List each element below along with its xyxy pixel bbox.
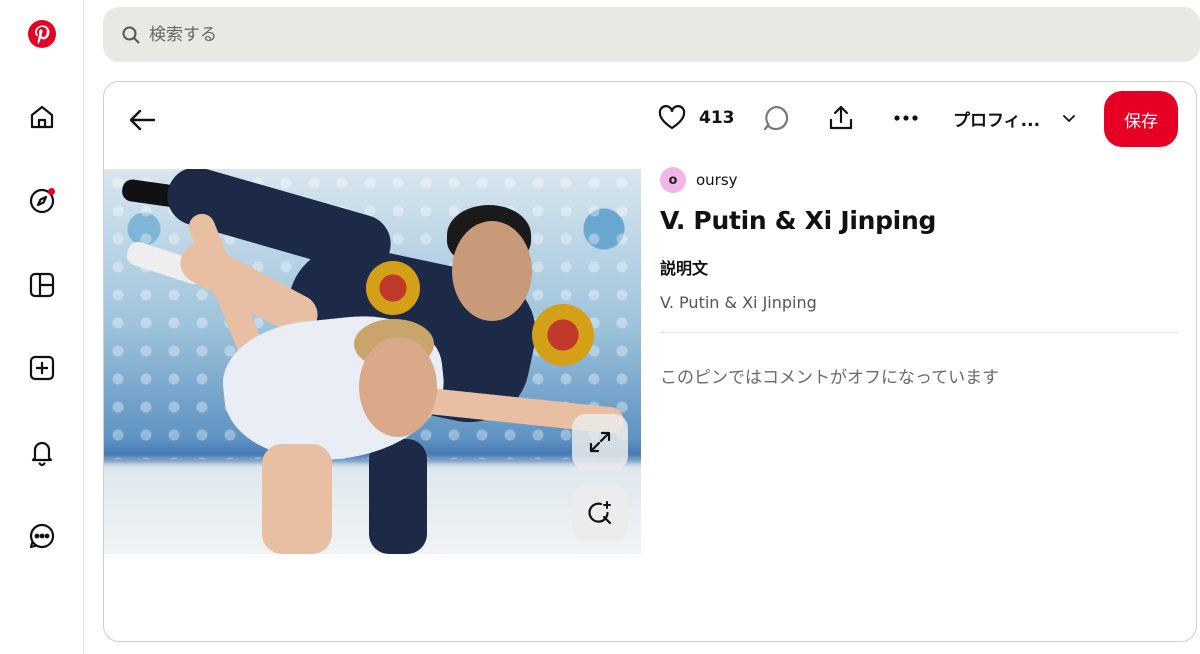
- figure-face-2: [359, 337, 437, 437]
- chat-bubble-icon[interactable]: [22, 516, 62, 556]
- visual-search-sparkle-icon: [588, 501, 612, 525]
- author-name[interactable]: oursy: [696, 171, 738, 189]
- share-button[interactable]: [826, 100, 856, 136]
- comment-bubble-icon: [763, 105, 789, 131]
- comment-button[interactable]: [761, 100, 791, 136]
- epaulet-left: [366, 261, 420, 315]
- bell-icon[interactable]: [22, 432, 62, 472]
- search-bar[interactable]: [103, 7, 1200, 62]
- plus-square-icon[interactable]: [22, 348, 62, 388]
- like-button[interactable]: 413: [657, 100, 735, 136]
- expand-button[interactable]: [572, 414, 628, 470]
- divider: [660, 332, 1178, 333]
- chevron-down-icon: [1063, 115, 1075, 122]
- board-grid-icon[interactable]: [22, 265, 62, 305]
- search-input[interactable]: [149, 24, 749, 45]
- sidebar: [0, 0, 84, 654]
- pin-details: o oursy V. Putin & Xi Jinping 説明文 V. Put…: [660, 166, 1180, 388]
- pinterest-logo-icon[interactable]: [22, 14, 62, 54]
- profile-board-select[interactable]: プロフィ...: [953, 100, 1078, 136]
- epaulet-right: [532, 304, 594, 366]
- pin-card: 413 プロフィ... 保存 o oursy V. Putin & Xi Jin…: [103, 81, 1197, 642]
- visual-search-button[interactable]: [572, 485, 628, 541]
- avatar[interactable]: o: [660, 167, 686, 193]
- save-button[interactable]: 保存: [1104, 91, 1178, 147]
- search-icon: [122, 26, 140, 44]
- profile-select-label: プロフィ...: [953, 110, 1041, 131]
- figure-leg-lower: [262, 444, 332, 554]
- home-icon[interactable]: [22, 97, 62, 137]
- compass-icon[interactable]: [22, 181, 62, 221]
- description-heading: 説明文: [660, 259, 709, 278]
- like-count: 413: [699, 108, 735, 128]
- notification-dot: [48, 188, 55, 195]
- expand-arrows-icon: [589, 431, 611, 453]
- author-row[interactable]: o oursy: [660, 166, 1180, 194]
- heart-icon: [658, 105, 686, 130]
- more-options-button[interactable]: [891, 100, 921, 136]
- figure-face-1: [452, 221, 532, 321]
- figure-leg-support: [369, 439, 427, 554]
- more-dots-icon: [894, 115, 918, 121]
- pin-title: V. Putin & Xi Jinping: [660, 206, 937, 235]
- share-upload-icon: [829, 105, 853, 130]
- pin-toolbar: 413 プロフィ... 保存: [104, 82, 1196, 154]
- pin-image[interactable]: [104, 169, 641, 554]
- description-text: V. Putin & Xi Jinping: [660, 293, 817, 312]
- comments-off-notice: このピンではコメントがオフになっています: [660, 368, 1000, 388]
